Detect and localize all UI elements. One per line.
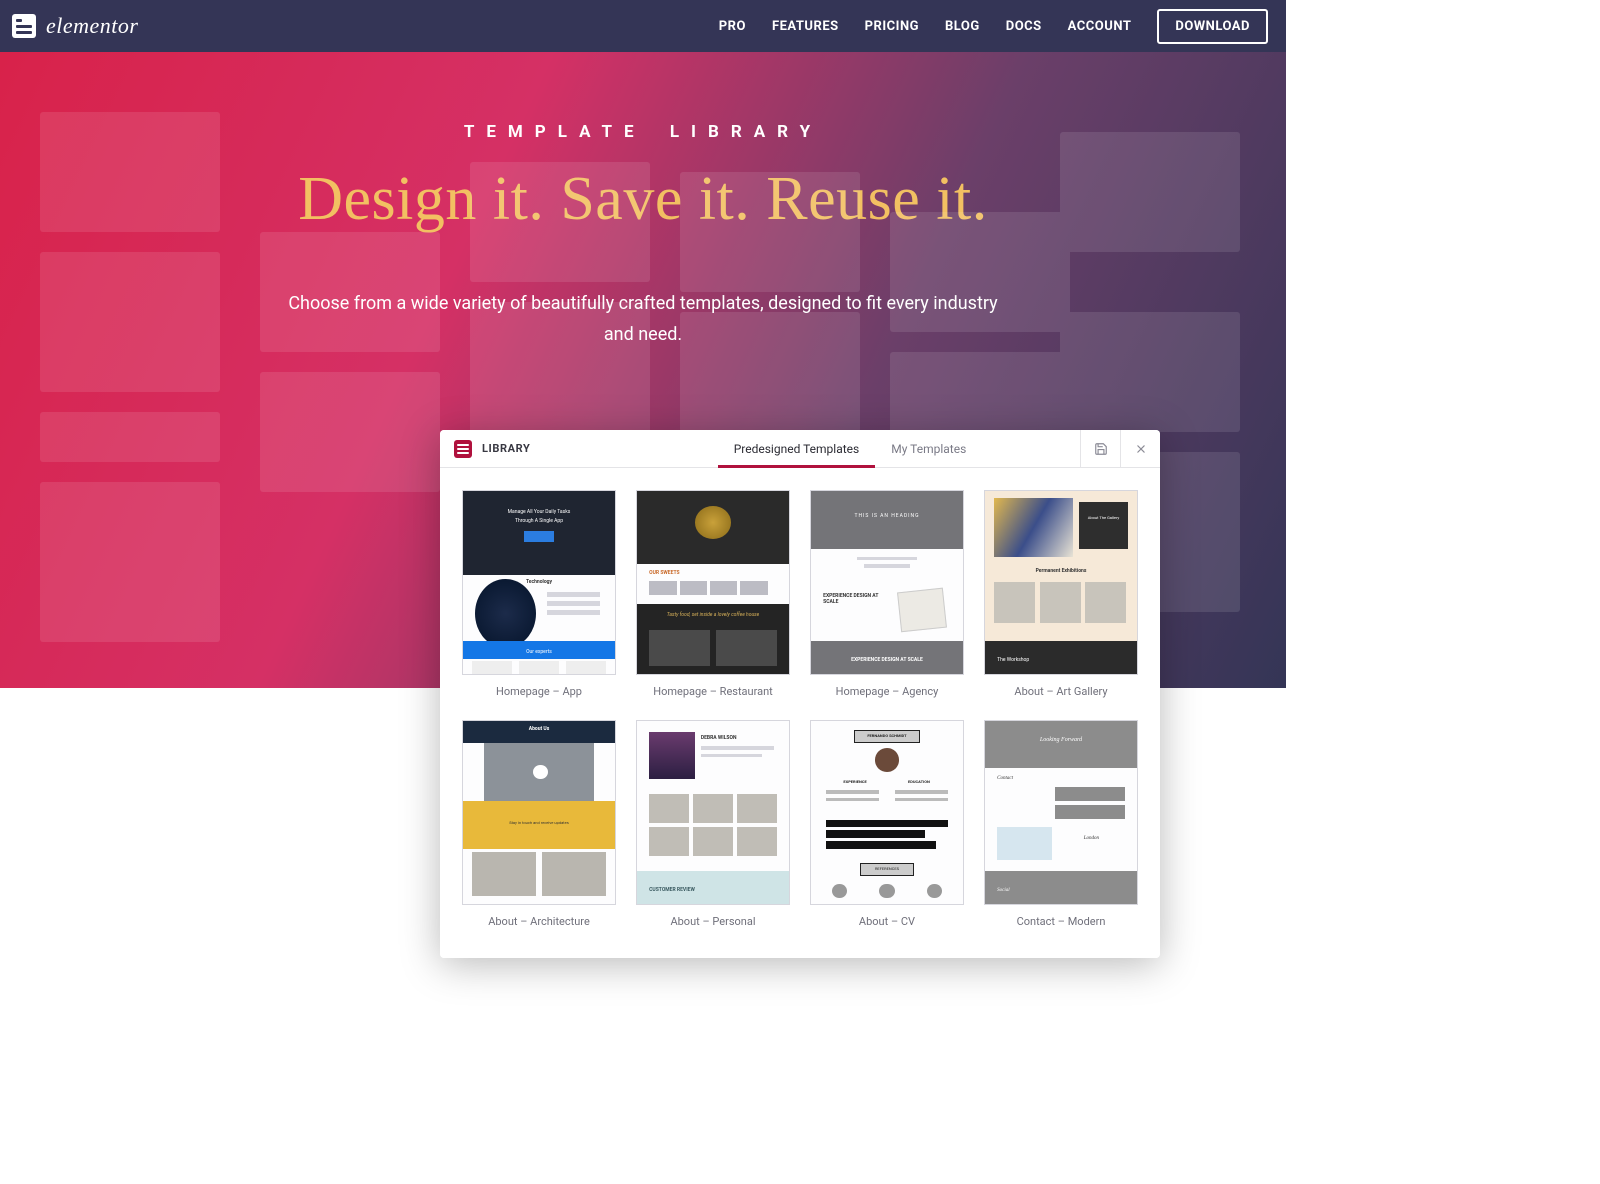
template-card[interactable]: DEBRA WILSON CUSTOMER REVIEW About – Per…: [636, 720, 790, 928]
template-label: Contact – Modern: [1017, 915, 1106, 928]
top-nav: elementor PRO FEATURES PRICING BLOG DOCS…: [0, 0, 1286, 52]
nav-link-pricing[interactable]: PRICING: [865, 19, 919, 34]
template-card[interactable]: Looking Forward Contact London Social Co…: [984, 720, 1138, 928]
template-label: About – Personal: [670, 915, 755, 928]
nav-link-blog[interactable]: BLOG: [945, 19, 980, 34]
close-button[interactable]: [1120, 430, 1160, 467]
template-thumbnail: FERNANDO SCHMIDT EXPERIENCE EDUCATION RE…: [810, 720, 964, 905]
template-label: About – CV: [859, 915, 915, 928]
template-label: About – Art Gallery: [1014, 685, 1107, 698]
tab-predesigned-templates[interactable]: Predesigned Templates: [718, 430, 876, 467]
download-button[interactable]: DOWNLOAD: [1157, 9, 1268, 44]
library-panel: LIBRARY Predesigned Templates My Templat…: [440, 430, 1160, 958]
nav-links: PRO FEATURES PRICING BLOG DOCS ACCOUNT D…: [719, 9, 1268, 44]
save-button[interactable]: [1080, 430, 1120, 467]
nav-link-features[interactable]: FEATURES: [772, 19, 839, 34]
template-thumbnail: OUR SWEETS Tasty food, set inside a love…: [636, 490, 790, 675]
panel-header: LIBRARY Predesigned Templates My Templat…: [440, 430, 1160, 468]
template-label: Homepage – App: [496, 685, 582, 698]
template-label: Homepage – Agency: [836, 685, 939, 698]
panel-title: LIBRARY: [482, 442, 530, 455]
template-card[interactable]: About Us Stay in touch and receive updat…: [462, 720, 616, 928]
close-icon: [1134, 442, 1148, 456]
template-thumbnail: Looking Forward Contact London Social: [984, 720, 1138, 905]
template-card[interactable]: About The Gallery Permanent Exhibitions …: [984, 490, 1138, 698]
template-thumbnail: About The Gallery Permanent Exhibitions …: [984, 490, 1138, 675]
template-label: Homepage – Restaurant: [653, 685, 773, 698]
brand-name: elementor: [46, 13, 138, 39]
save-icon: [1094, 442, 1108, 456]
brand-logo-icon: [12, 14, 36, 38]
template-thumbnail: DEBRA WILSON CUSTOMER REVIEW: [636, 720, 790, 905]
panel-logo-icon: [454, 440, 472, 458]
template-card[interactable]: FERNANDO SCHMIDT EXPERIENCE EDUCATION RE…: [810, 720, 964, 928]
template-thumbnail: About Us Stay in touch and receive updat…: [462, 720, 616, 905]
nav-link-account[interactable]: ACCOUNT: [1068, 19, 1132, 34]
panel-tabs: Predesigned Templates My Templates: [620, 430, 1080, 467]
template-card[interactable]: OUR SWEETS Tasty food, set inside a love…: [636, 490, 790, 698]
template-thumbnail: THIS IS AN HEADING EXPERIENCE DESIGN AT …: [810, 490, 964, 675]
template-grid: Manage All Your Daily Tasks Through A Si…: [462, 490, 1138, 928]
panel-body: Manage All Your Daily Tasks Through A Si…: [440, 468, 1160, 958]
template-label: About – Architecture: [488, 915, 590, 928]
template-thumbnail: Manage All Your Daily Tasks Through A Si…: [462, 490, 616, 675]
brand[interactable]: elementor: [12, 13, 138, 39]
nav-link-pro[interactable]: PRO: [719, 19, 746, 34]
template-card[interactable]: Manage All Your Daily Tasks Through A Si…: [462, 490, 616, 698]
template-card[interactable]: THIS IS AN HEADING EXPERIENCE DESIGN AT …: [810, 490, 964, 698]
nav-link-docs[interactable]: DOCS: [1006, 19, 1042, 34]
tab-my-templates[interactable]: My Templates: [875, 430, 982, 467]
